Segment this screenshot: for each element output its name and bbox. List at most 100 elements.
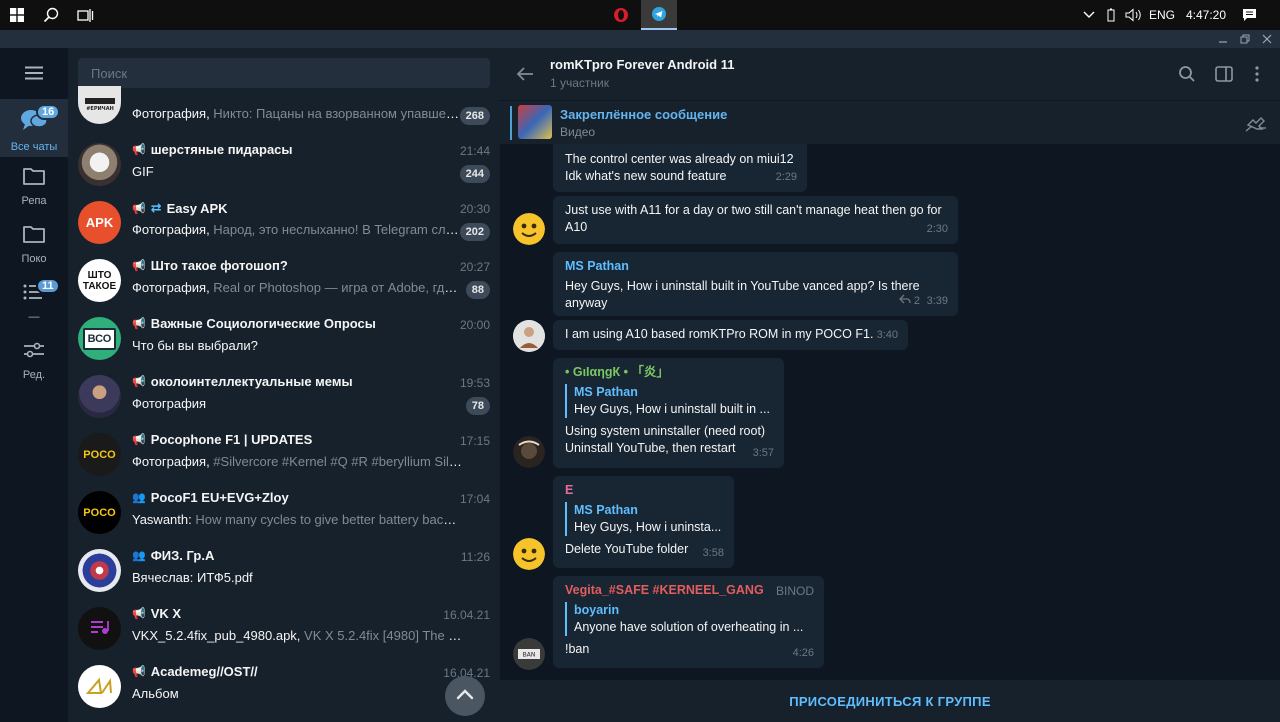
message-bubble[interactable]: • GιIαηgК • 「炎」 MS Pathan Hey Guys, How … — [553, 358, 784, 468]
chat-item[interactable]: 📢 околоинтеллектуальные мемы 19:53 Фотогр… — [68, 368, 500, 426]
folder-label: Репа — [21, 195, 47, 207]
opera-app-icon[interactable] — [603, 0, 639, 30]
sidebar-toggle-icon[interactable] — [1213, 63, 1235, 85]
sender-avatar[interactable] — [513, 320, 545, 352]
chat-title: 📢 Што такое фотошоп? — [132, 258, 288, 273]
chat-item[interactable]: 📢 шерстяные пидарасы 21:44 GIF 244 — [68, 136, 500, 194]
chat-item[interactable]: 📢 VK X 16.04.21 VKX_5.2.4fix_pub_4980.apk… — [68, 600, 500, 658]
channel-icon: 📢 — [132, 608, 146, 620]
chat-item[interactable]: POCO 👥 PocoF1 EU+EVG+Zloy 17:04 Yaswanth:… — [68, 484, 500, 542]
chat-item[interactable]: ВСО 📢 Важные Социологические Опросы 20:00… — [68, 310, 500, 368]
pinned-message-bar[interactable]: Закреплённое сообщение Видео — [500, 100, 1280, 144]
chat-title: 📢 Важные Социологические Опросы — [132, 316, 376, 331]
chat-item[interactable]: APK 📢 ⇄ Easy APK 20:30 Фотография, Народ, … — [68, 194, 500, 252]
svg-text:#ЕРИЧАН: #ЕРИЧАН — [86, 106, 114, 112]
message-text: The control center was already on miui12… — [565, 152, 794, 183]
notifications-icon[interactable] — [1238, 0, 1260, 30]
folder-list[interactable]: 11 — — [0, 273, 68, 331]
message-bubble[interactable]: MS Pathan Hey Guys, How i uninstall buil… — [553, 252, 958, 316]
chat-time: 20:27 — [459, 260, 490, 274]
back-arrow-icon[interactable] — [515, 64, 535, 84]
folder-label: Ред. — [22, 369, 46, 381]
message-sender[interactable]: MS Pathan — [565, 258, 947, 275]
sender-avatar[interactable] — [513, 436, 545, 468]
quoted-reply[interactable]: boyarin Anyone have solution of overheat… — [565, 602, 813, 636]
folder-icon — [22, 165, 46, 192]
channel-icon: 📢 — [132, 202, 146, 215]
message-bubble[interactable]: I am using A10 based romKTPro ROM in my … — [553, 320, 908, 350]
folder-poko[interactable]: Поко — [0, 215, 68, 273]
folder-edit[interactable]: Ред. — [0, 331, 68, 389]
quoted-sender: MS Pathan — [574, 503, 638, 517]
chat-avatar — [78, 143, 121, 186]
message-sender[interactable]: • GιIαηgК • 「炎」 — [565, 364, 773, 381]
message-text: Delete YouTube folder — [565, 542, 689, 556]
search-icon[interactable] — [1176, 63, 1198, 85]
message-bubble[interactable]: Just use with A11 for a day or two still… — [553, 196, 958, 244]
chat-item[interactable]: POCO 📢 Pocophone F1 | UPDATES 17:15 Фотог… — [68, 426, 500, 484]
chat-preview: Альбом — [132, 686, 179, 701]
message-history[interactable]: The control center was already on miui12… — [500, 144, 1280, 680]
chat-item[interactable]: 📢 Academeg//OST// 16.04.21 Альбом — [68, 658, 500, 716]
message-bubble[interactable]: The control center was already on miui12… — [553, 144, 807, 192]
chat-title: 👥 PocoF1 EU+EVG+Zloy — [132, 490, 289, 505]
close-icon[interactable] — [1256, 30, 1278, 48]
battery-icon[interactable] — [1104, 0, 1118, 30]
chat-view: romKTpro Forever Android 11 1 участник З… — [500, 48, 1280, 722]
sender-avatar[interactable] — [513, 213, 545, 245]
quoted-reply[interactable]: MS Pathan Hey Guys, How i uninsta... — [565, 502, 723, 536]
chat-avatar — [78, 665, 121, 708]
chat-avatar: APK — [78, 201, 121, 244]
restore-icon[interactable] — [1234, 30, 1256, 48]
windows-start-icon[interactable] — [0, 0, 34, 30]
clock[interactable]: 4:47:20 — [1184, 0, 1228, 30]
join-group-button[interactable]: ПРИСОЕДИНИТЬСЯ К ГРУППЕ — [500, 680, 1280, 722]
unpin-icon[interactable] — [1244, 115, 1268, 133]
pinned-title: Закреплённое сообщение — [560, 107, 728, 122]
scroll-to-top-button[interactable] — [445, 676, 485, 716]
chevron-up-icon[interactable] — [1080, 0, 1098, 30]
message-sender[interactable]: E — [565, 482, 723, 499]
chat-title: 📢 VK X — [132, 606, 182, 621]
sender-avatar[interactable] — [513, 538, 545, 570]
volume-icon[interactable] — [1124, 0, 1144, 30]
minimize-icon[interactable] — [1212, 30, 1234, 48]
quoted-sender: MS Pathan — [574, 385, 638, 399]
unread-badge: 88 — [465, 281, 490, 299]
language-indicator[interactable]: ENG — [1148, 0, 1176, 30]
chat-preview: Фотография — [132, 396, 207, 411]
folder-all-chats[interactable]: 16 Все чаты — [0, 99, 68, 157]
bot-emoji-icon: ⇄ — [150, 200, 162, 215]
channel-icon: 📢 — [132, 376, 146, 388]
chat-time: 17:15 — [459, 434, 490, 448]
chat-avatar: ШТО ТАКОЕ — [78, 259, 121, 302]
chat-time: 11:26 — [460, 550, 490, 564]
hamburger-menu-button[interactable] — [0, 48, 68, 98]
message-time: 4:26 — [792, 647, 814, 659]
message-bubble[interactable]: Vegita_#SAFE #KERNEEL_GANG BINOD boyarin… — [553, 576, 824, 668]
chat-preview: Вячеслав: ИТФ5.pdf — [132, 570, 253, 585]
quoted-reply[interactable]: MS Pathan Hey Guys, How i uninstall buil… — [565, 384, 773, 418]
channel-icon: 📢 — [132, 260, 146, 272]
search-input[interactable]: Поиск — [78, 58, 490, 88]
music-icon — [89, 619, 111, 638]
folder-repa[interactable]: Репа — [0, 157, 68, 215]
quoted-text: Hey Guys, How i uninsta... — [574, 520, 722, 534]
chat-item[interactable]: 👥 ФИЗ. Гр.А 11:26 Вячеслав: ИТФ5.pdf — [68, 542, 500, 600]
more-vertical-icon[interactable] — [1246, 63, 1268, 85]
chat-title: 📢 околоинтеллектуальные мемы — [132, 374, 353, 389]
sender-avatar[interactable]: BAN — [513, 638, 545, 670]
chat-item[interactable]: ШТО ТАКОЕ 📢 Што такое фотошоп? 20:27 Фото… — [68, 252, 500, 310]
folder-label: — — [28, 311, 40, 323]
search-icon[interactable] — [34, 0, 68, 30]
pinned-indicator — [510, 106, 512, 140]
chat-avatar: POCO — [78, 491, 121, 534]
pinned-subtitle: Видео — [560, 125, 596, 139]
message-bubble[interactable]: E MS Pathan Hey Guys, How i uninsta... D… — [553, 476, 734, 568]
task-view-icon[interactable] — [68, 0, 102, 30]
chat-time: 16.04.21 — [443, 608, 490, 622]
chat-preview: Фотография, Народ, это неслыханно! В Tel… — [132, 222, 462, 237]
telegram-app-icon[interactable] — [641, 0, 677, 30]
replies-counter[interactable]: 2 — [898, 293, 920, 310]
chat-title[interactable]: romKTpro Forever Android 11 — [550, 57, 734, 72]
